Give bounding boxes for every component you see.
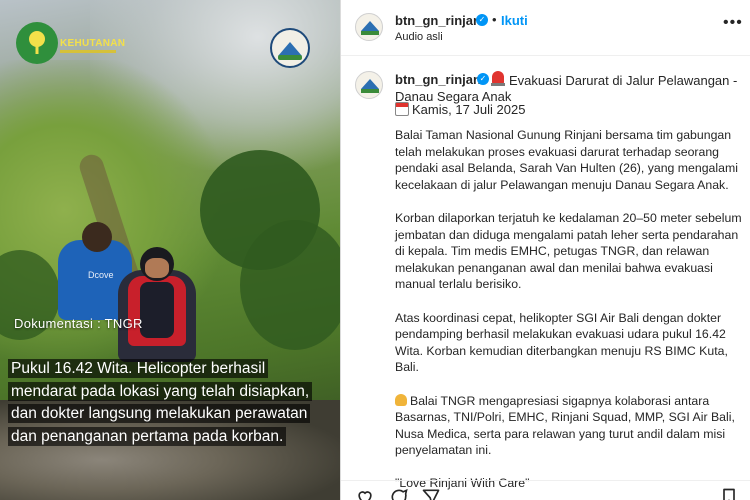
logo-underline bbox=[60, 50, 116, 53]
victim-face bbox=[145, 258, 169, 278]
caption-line: Pukul 16.42 Wita. Helicopter berhasil bbox=[8, 359, 269, 378]
siren-icon bbox=[491, 71, 505, 86]
caption-line: dan penanganan pertama pada korban. bbox=[8, 426, 287, 446]
tree bbox=[240, 220, 340, 350]
caption-paragraph: Atas koordinasi cepat, helikopter SGI Ai… bbox=[395, 310, 728, 375]
share-icon[interactable] bbox=[421, 487, 441, 500]
caption-line: mendarat pada lokasi yang telah disiapka… bbox=[8, 381, 313, 401]
post-panel: btn_gn_rinjani ✓ • Ikuti Audio asli ••• … bbox=[340, 0, 750, 500]
separator-dot: • bbox=[492, 12, 497, 27]
tngr-logo-icon bbox=[270, 28, 310, 68]
caption-paragraph-with-icon: Balai TNGR mengapresiasi sigapnya kolabo… bbox=[395, 393, 745, 459]
post-video[interactable]: Dcove KEHUTANAN Dokumentasi : TNGR Pukul… bbox=[0, 0, 340, 500]
documentation-label: Dokumentasi : TNGR bbox=[14, 316, 143, 331]
heart-icon[interactable] bbox=[355, 487, 375, 500]
audio-link[interactable]: Audio asli bbox=[395, 31, 443, 43]
more-horizontal-icon[interactable]: ••• bbox=[723, 14, 743, 32]
verified-icon: ✓ bbox=[477, 73, 489, 85]
caption-username[interactable]: btn_gn_rinjani bbox=[395, 72, 485, 87]
calendar-icon bbox=[395, 102, 409, 116]
action-bar bbox=[341, 480, 750, 500]
caption-paragraph: Korban dilaporkan terjatuh ke kedalaman … bbox=[395, 210, 742, 292]
caption-paragraph: Balai Taman Nasional Gunung Rinjani bers… bbox=[395, 128, 738, 192]
verified-icon: ✓ bbox=[476, 14, 488, 26]
rescuer-head bbox=[82, 222, 112, 252]
video-caption: Pukul 16.42 Wita. Helicopter berhasil me… bbox=[8, 358, 338, 448]
caption-avatar[interactable] bbox=[355, 71, 383, 99]
post-title: Evakuasi Darurat di Jalur Pelawangan - bbox=[509, 73, 738, 88]
caption-paragraph: Balai TNGR mengapresiasi sigapnya kolabo… bbox=[395, 393, 735, 458]
comment-icon[interactable] bbox=[389, 487, 409, 500]
pray-icon bbox=[395, 393, 407, 406]
caption-body: Balai Taman Nasional Gunung Rinjani bers… bbox=[395, 127, 745, 500]
bookmark-icon[interactable] bbox=[719, 487, 739, 500]
shirt-text: Dcove bbox=[88, 270, 114, 280]
post-date: Kamis, 17 Juli 2025 bbox=[412, 102, 526, 117]
username-link[interactable]: btn_gn_rinjani bbox=[395, 13, 485, 28]
life-vest-inner bbox=[140, 282, 174, 338]
logo-text: KEHUTANAN bbox=[60, 38, 126, 49]
post-header: btn_gn_rinjani ✓ • Ikuti Audio asli ••• bbox=[341, 0, 750, 56]
avatar[interactable] bbox=[355, 13, 383, 41]
follow-button[interactable]: Ikuti bbox=[501, 13, 528, 28]
kehutanan-logo-icon bbox=[16, 22, 58, 64]
caption-line: dan dokter langsung melakukan perawatan bbox=[8, 404, 311, 423]
